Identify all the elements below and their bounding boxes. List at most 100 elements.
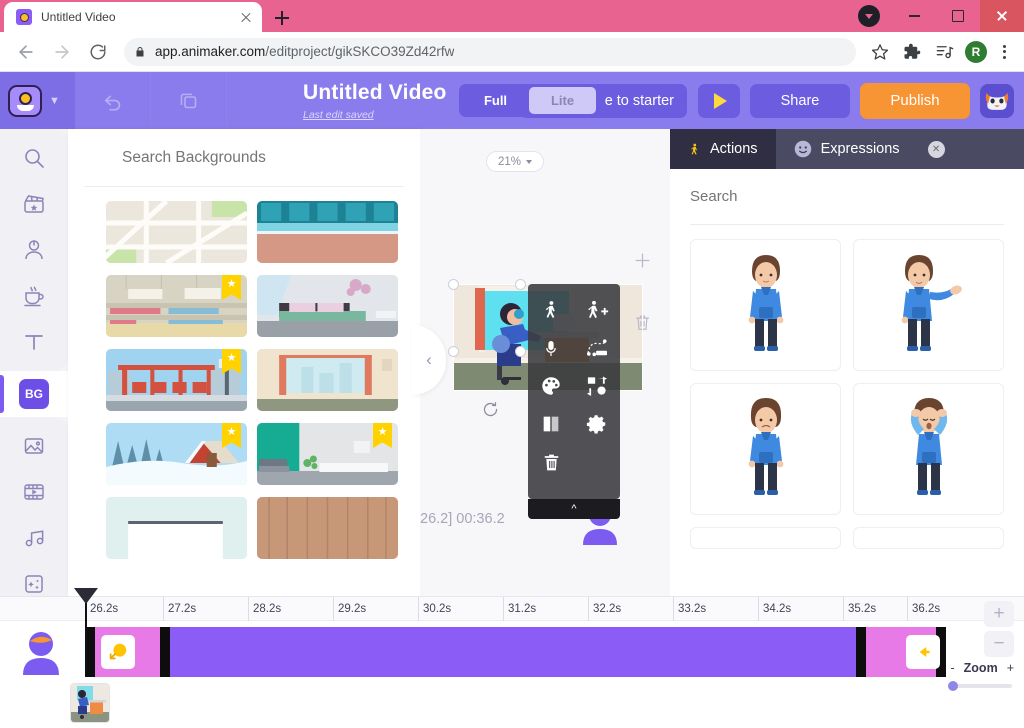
zoom-in-button[interactable]: +: [984, 601, 1014, 627]
new-tab-button[interactable]: [268, 4, 296, 32]
reload-icon[interactable]: [83, 37, 113, 67]
background-thumbnail[interactable]: [257, 201, 398, 263]
chevron-down-icon[interactable]: ▼: [49, 95, 60, 107]
canvas-zoom-selector[interactable]: 21%: [486, 151, 544, 172]
browser-tab[interactable]: Untitled Video: [4, 2, 262, 32]
sidebar-item-videos[interactable]: [0, 469, 68, 515]
page-title[interactable]: Untitled Video: [303, 81, 447, 105]
character-avatar-icon[interactable]: [20, 631, 62, 675]
mode-full-option[interactable]: Full: [462, 87, 529, 114]
canvas-collapse-button[interactable]: ‹: [412, 325, 446, 395]
background-thumbnail[interactable]: ★: [106, 423, 247, 485]
tab-expressions[interactable]: Expressions: [776, 129, 918, 169]
background-thumbnail[interactable]: [257, 497, 398, 559]
add-action-icon[interactable]: [574, 291, 620, 329]
backgrounds-grid: ★ ★ ★ ★: [68, 187, 420, 573]
background-thumbnail[interactable]: [106, 201, 247, 263]
settings-gear-icon[interactable]: [574, 405, 620, 443]
window-close-button[interactable]: [980, 0, 1024, 32]
microphone-icon[interactable]: [528, 329, 574, 367]
zoom-decrease-label[interactable]: -: [950, 661, 954, 675]
timeline-track: [0, 625, 1024, 681]
sidebar-item-images[interactable]: [0, 423, 68, 469]
rotate-icon[interactable]: [480, 399, 500, 419]
background-thumbnail[interactable]: ★: [257, 423, 398, 485]
zoom-out-button[interactable]: −: [984, 631, 1014, 657]
undo-button[interactable]: [75, 72, 151, 129]
preview-play-button[interactable]: [698, 83, 740, 118]
maximize-button[interactable]: [936, 0, 980, 32]
media-control-icon[interactable]: [930, 38, 958, 66]
user-avatar[interactable]: [980, 83, 1014, 118]
selection-handle-bl[interactable]: [448, 346, 459, 357]
background-thumbnail[interactable]: [257, 275, 398, 337]
background-thumbnail[interactable]: ★: [106, 349, 247, 411]
selection-handle-tl[interactable]: [448, 279, 459, 290]
selection-handle-tr[interactable]: [515, 279, 526, 290]
enter-effect-icon[interactable]: [101, 635, 135, 669]
chevron-down-icon: [526, 159, 533, 164]
tab-close-icon[interactable]: [238, 9, 254, 25]
address-bar[interactable]: app.animaker.com/editproject/gikSKCO39Zd…: [124, 37, 856, 66]
action-pose-card[interactable]: [690, 383, 841, 515]
share-button[interactable]: Share: [750, 83, 850, 118]
action-pose-card[interactable]: [853, 527, 1004, 549]
animaker-favicon-icon: [16, 9, 32, 25]
minimize-button[interactable]: [892, 0, 936, 32]
sidebar-item-search[interactable]: [0, 135, 68, 181]
sidebar-item-characters[interactable]: [0, 227, 68, 273]
add-scene-icon[interactable]: [633, 251, 652, 270]
timeline-ruler[interactable]: 26.2s 27.2s 28.2s 29.2s 30.2s 31.2s 32.2…: [0, 597, 1024, 621]
background-thumbnail[interactable]: ★: [106, 275, 247, 337]
kebab-menu-icon[interactable]: [992, 38, 1016, 66]
action-pose-card[interactable]: [853, 383, 1004, 515]
trash-icon[interactable]: [528, 443, 574, 481]
publish-button[interactable]: Publish: [860, 82, 970, 119]
background-thumbnail[interactable]: [257, 349, 398, 411]
mode-toggle[interactable]: Full Lite: [459, 84, 599, 117]
search-backgrounds-input[interactable]: [122, 148, 404, 167]
sidebar-item-text[interactable]: [0, 319, 68, 365]
ruler-tick: 27.2s: [163, 597, 196, 621]
rail-group-bottom: [0, 417, 68, 613]
action-pose-card[interactable]: [690, 239, 841, 371]
sidebar-item-backgrounds[interactable]: BG: [0, 371, 68, 417]
extensions-icon[interactable]: [898, 38, 926, 66]
zoom-increase-label[interactable]: +: [1007, 661, 1014, 675]
scene-office-thumbnail[interactable]: [70, 683, 110, 723]
playhead[interactable]: [74, 588, 98, 672]
zoom-slider-knob[interactable]: [948, 681, 958, 691]
action-pose-card[interactable]: [853, 239, 1004, 371]
context-menu-collapse[interactable]: ^: [528, 499, 620, 519]
sidebar-item-scenes[interactable]: [0, 181, 68, 227]
swap-icon[interactable]: [574, 367, 620, 405]
action-pose-card[interactable]: [690, 527, 841, 549]
selection-handle-br[interactable]: [515, 346, 526, 357]
flip-icon[interactable]: [528, 405, 574, 443]
window-dropdown-icon[interactable]: [858, 5, 880, 27]
mode-lite-option[interactable]: Lite: [529, 87, 596, 114]
action-walk-icon[interactable]: [528, 291, 574, 329]
back-arrow-icon[interactable]: [11, 37, 41, 67]
zoom-slider[interactable]: [948, 681, 1012, 691]
bookmark-star-icon[interactable]: [866, 38, 894, 66]
profile-avatar[interactable]: R: [965, 40, 987, 63]
save-status[interactable]: Last edit saved: [303, 109, 447, 121]
palette-icon[interactable]: [528, 367, 574, 405]
clip-left-handle[interactable]: [856, 627, 866, 677]
motion-path-icon[interactable]: [574, 329, 620, 367]
animaker-logo-button[interactable]: ▼: [0, 72, 75, 129]
duplicate-button[interactable]: [151, 72, 227, 129]
background-thumbnail[interactable]: [106, 497, 247, 559]
sidebar-item-props[interactable]: [0, 273, 68, 319]
tab-actions[interactable]: Actions: [670, 129, 776, 169]
sidebar-item-music[interactable]: [0, 515, 68, 561]
panel-close-icon[interactable]: ✕: [927, 140, 945, 158]
search-actions-input[interactable]: [690, 188, 1004, 205]
timeline-zoom-controls: + − - Zoom +: [894, 601, 1014, 691]
enter-clip[interactable]: [85, 627, 170, 677]
main-clip[interactable]: [85, 627, 946, 677]
clip-right-handle[interactable]: [160, 627, 170, 677]
forward-arrow-icon[interactable]: [47, 37, 77, 67]
bg-icon: BG: [19, 379, 49, 409]
